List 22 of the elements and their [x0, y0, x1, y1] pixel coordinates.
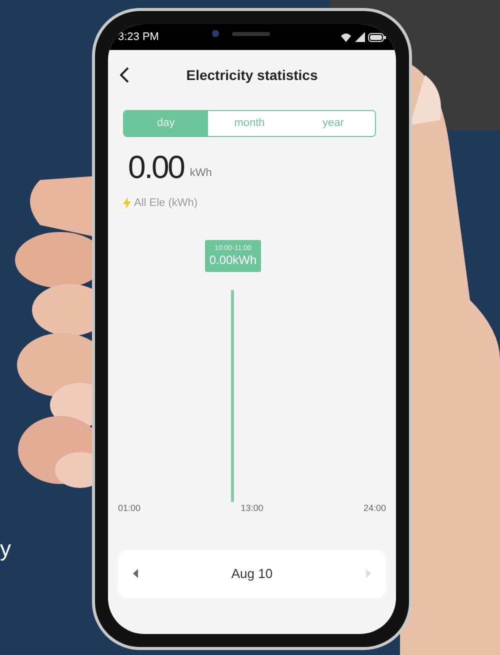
axis-label: 13:00 [240, 502, 264, 514]
camera-icon [212, 30, 219, 37]
axis-label: 24:00 [363, 502, 386, 514]
lightning-icon [123, 197, 131, 210]
total-value: 0.00 [128, 151, 184, 183]
background-text: y [0, 538, 11, 560]
status-time: 3:23 PM [118, 30, 159, 45]
signal-icon [355, 32, 365, 42]
speaker-icon [232, 32, 270, 36]
period-tab[interactable]: day [124, 111, 208, 136]
legend-label: All Ele (kWh) [134, 196, 198, 211]
total-unit: kWh [190, 166, 212, 180]
page-title: Electricity statistics [186, 66, 318, 85]
period-tab[interactable]: month [208, 111, 292, 136]
date-label: Aug 10 [230, 564, 274, 583]
tooltip-value: 0.00kWh [209, 254, 257, 266]
back-icon[interactable] [120, 67, 129, 83]
period-tab[interactable]: year [291, 111, 375, 136]
battery-icon [368, 32, 386, 42]
previous-icon[interactable] [133, 569, 138, 578]
wifi-icon [340, 32, 352, 42]
axis-label: 01:00 [118, 502, 141, 514]
